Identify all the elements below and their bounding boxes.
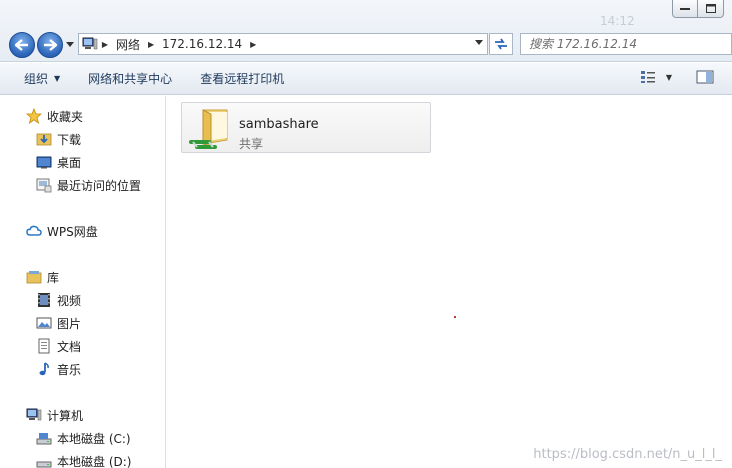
sidebar-item-wps-cloud[interactable]: WPS网盘 (26, 221, 98, 241)
maximize-button[interactable] (698, 0, 724, 18)
sidebar-item-disk-c[interactable]: 本地磁盘 (C:) (36, 428, 131, 448)
organize-menu[interactable]: 组织 ▼ (0, 63, 74, 94)
sidebar-item-computer[interactable]: 计算机 (26, 405, 83, 425)
sidebar-item-label: 文档 (57, 339, 82, 354)
organize-label: 组织 (24, 72, 49, 86)
documents-icon (36, 338, 52, 354)
sidebar-item-label: 本地磁盘 (C:) (57, 431, 131, 446)
maximize-icon (705, 4, 716, 13)
view-remote-printers-button[interactable]: 查看远程打印机 (186, 63, 298, 94)
file-list-area[interactable]: sambashare 共享 https://blog.csdn.net/n_u_… (167, 96, 732, 468)
sidebar-item-disk-d[interactable]: 本地磁盘 (D:) (36, 451, 131, 468)
forward-arrow-icon (44, 39, 57, 51)
sidebar-item-music[interactable]: 音乐 (36, 359, 81, 379)
minimize-icon (680, 7, 690, 10)
sidebar-item-favorites[interactable]: 收藏夹 (26, 106, 83, 126)
preview-pane-icon[interactable] (696, 70, 714, 84)
downloads-folder-icon (36, 131, 52, 147)
sidebar-item-label: 图片 (57, 316, 82, 331)
title-bar: 14:12 ▶ 网络 ▶ 172.16.12.14 ▶ (0, 0, 732, 62)
system-drive-icon (36, 430, 52, 446)
forward-button[interactable] (37, 32, 63, 58)
network-computer-icon (82, 37, 98, 50)
stray-pixel (454, 316, 456, 318)
crumb-separator-icon[interactable]: ▶ (98, 40, 112, 49)
sidebar-item-label: 桌面 (57, 155, 82, 170)
share-type: 共享 (239, 137, 264, 151)
view-dropdown-icon[interactable]: ▼ (666, 73, 672, 82)
music-note-icon (36, 361, 52, 377)
refresh-button[interactable] (489, 33, 513, 55)
sidebar-item-label: 音乐 (57, 362, 82, 377)
sidebar-item-label: 库 (47, 270, 60, 285)
crumb-separator-icon[interactable]: ▶ (246, 40, 260, 49)
libraries-icon (26, 269, 42, 285)
computer-icon (26, 407, 42, 423)
chevron-down-icon: ▼ (54, 74, 61, 83)
address-bar[interactable]: ▶ 网络 ▶ 172.16.12.14 ▶ (78, 33, 488, 55)
search-input[interactable] (521, 34, 731, 54)
sidebar-item-recent-places[interactable]: 最近访问的位置 (36, 175, 141, 195)
remote-printers-label: 查看远程打印机 (200, 72, 285, 86)
desktop-icon (36, 154, 52, 170)
titlebar-ghost-text: 14:12 (600, 14, 635, 28)
sidebar-item-label: WPS网盘 (47, 224, 98, 239)
share-tile-sambashare[interactable]: sambashare 共享 (181, 102, 431, 153)
sidebar-item-label: 最近访问的位置 (57, 178, 142, 193)
sidebar-item-videos[interactable]: 视频 (36, 290, 81, 310)
sidebar-item-label: 视频 (57, 293, 82, 308)
back-button[interactable] (9, 32, 35, 58)
network-sharing-center-button[interactable]: 网络和共享中心 (74, 63, 186, 94)
recent-places-icon (36, 177, 52, 193)
breadcrumb-host[interactable]: 172.16.12.14 (158, 37, 246, 51)
sidebar-item-documents[interactable]: 文档 (36, 336, 81, 356)
sidebar-item-label: 本地磁盘 (D:) (57, 454, 132, 468)
back-arrow-icon (15, 39, 28, 51)
network-sharing-label: 网络和共享中心 (88, 72, 173, 86)
breadcrumb-network[interactable]: 网络 (112, 36, 144, 53)
refresh-icon (495, 38, 507, 50)
share-name: sambashare (239, 117, 319, 132)
recent-pages-dropdown-icon[interactable] (66, 42, 74, 47)
change-view-icon[interactable] (640, 70, 656, 84)
sidebar-item-label: 计算机 (47, 408, 84, 423)
sidebar-item-libraries[interactable]: 库 (26, 267, 59, 287)
shared-folder-icon (189, 109, 228, 149)
crumb-separator-icon[interactable]: ▶ (144, 40, 158, 49)
address-history-dropdown-icon[interactable] (475, 40, 483, 45)
search-box[interactable] (520, 33, 732, 55)
minimize-button[interactable] (672, 0, 698, 18)
sidebar-item-label: 下载 (57, 132, 82, 147)
watermark: https://blog.csdn.net/n_u_l_l_ (533, 447, 722, 462)
sidebar-item-pictures[interactable]: 图片 (36, 313, 81, 333)
view-controls: ▼ (640, 70, 714, 84)
navigation-pane: 收藏夹 下载 桌面 最近访问的位置 WPS网盘 库 视频 图片 文档 音乐 计算… (0, 96, 166, 468)
sidebar-item-downloads[interactable]: 下载 (36, 129, 81, 149)
video-icon (36, 292, 52, 308)
sidebar-item-label: 收藏夹 (47, 109, 84, 124)
command-bar: 组织 ▼ 网络和共享中心 查看远程打印机 ▼ (0, 63, 732, 95)
sidebar-item-desktop[interactable]: 桌面 (36, 152, 81, 172)
drive-icon (36, 453, 52, 468)
window-controls (672, 0, 724, 18)
star-icon (26, 108, 42, 124)
pictures-icon (36, 315, 52, 331)
cloud-icon (26, 223, 42, 239)
